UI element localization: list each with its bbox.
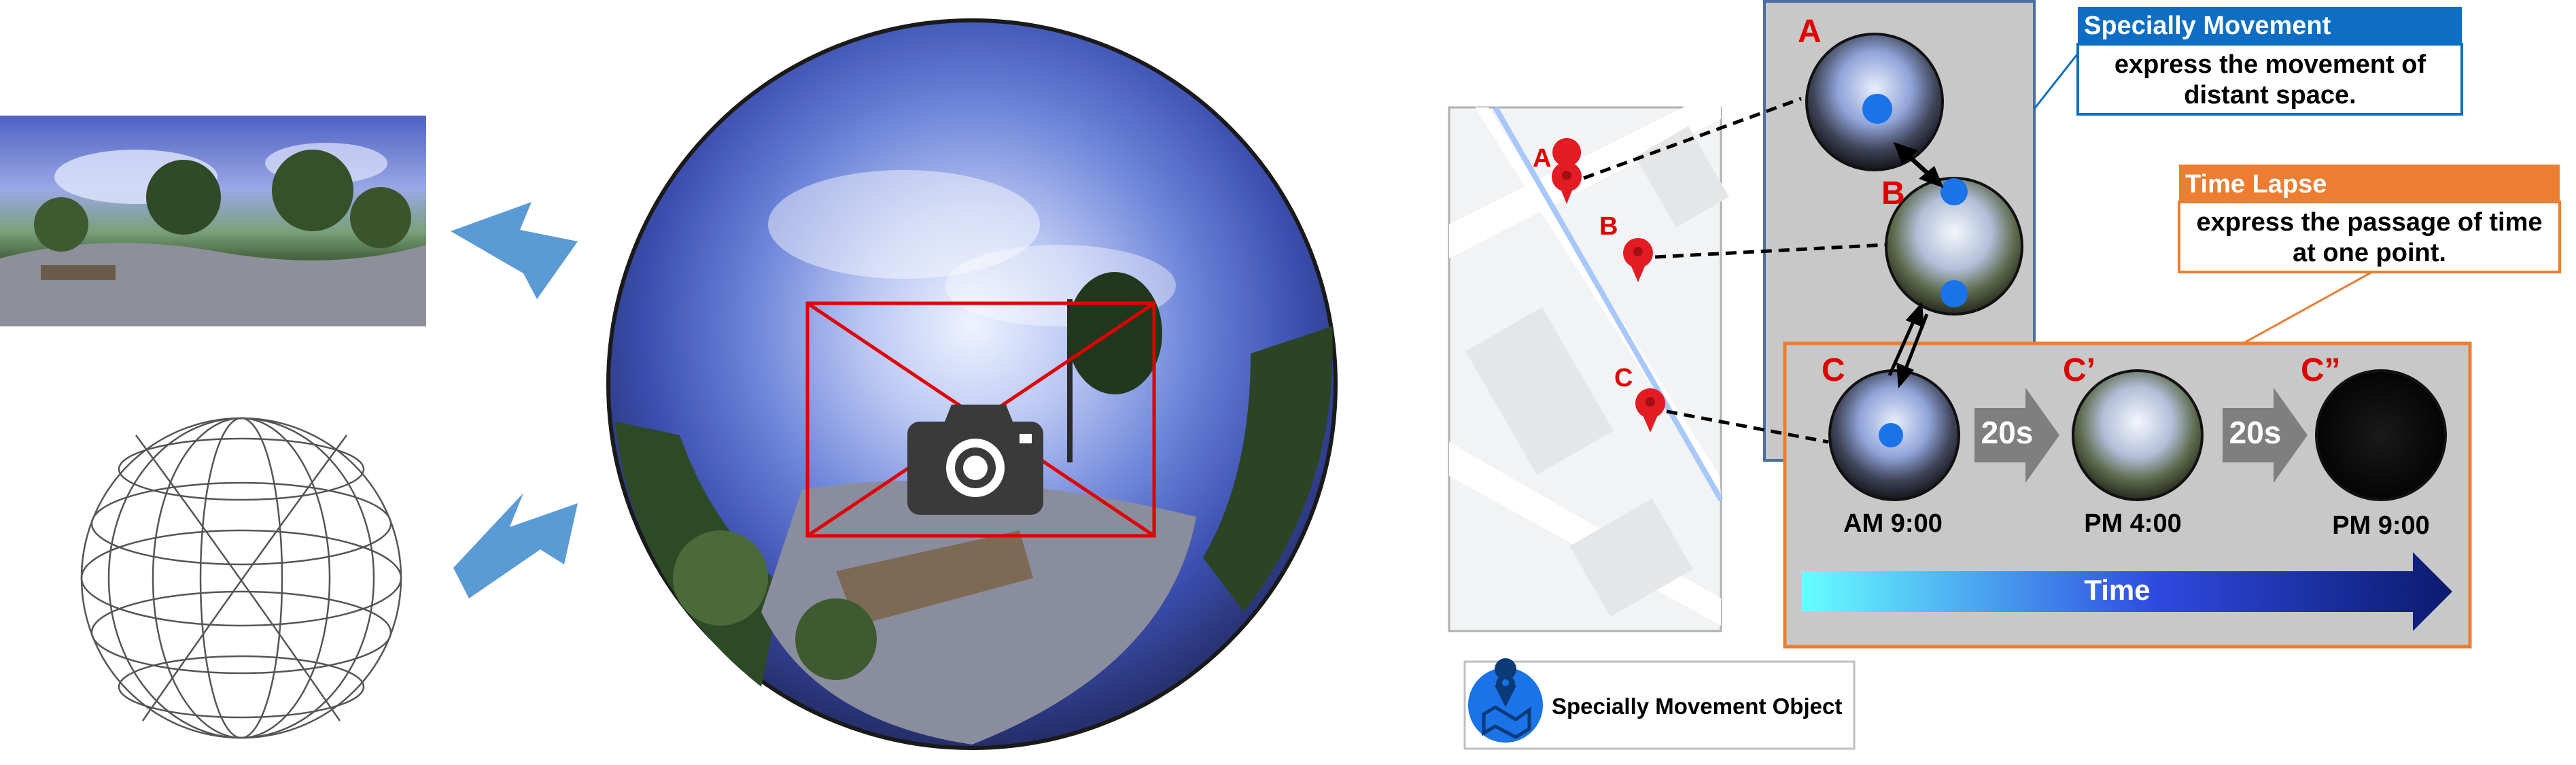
view-c-prime [2072, 369, 2204, 501]
map-pin-a-label: A [1533, 144, 1551, 173]
time-axis-label: Time [2084, 574, 2150, 606]
arrow-to-fisheye-bottom [453, 493, 578, 598]
view-b-label: B [1881, 175, 1905, 211]
time-lapse-desc-2: at one point. [2293, 239, 2446, 267]
view-c [1828, 369, 1960, 501]
specially-connector [2033, 54, 2078, 109]
map-pin-c-label: C [1614, 364, 1633, 392]
time-lapse-title: Time Lapse [2185, 170, 2327, 199]
view-a [1805, 33, 1944, 171]
map-pin-b-label: B [1599, 212, 1618, 241]
diagram-canvas: A B C A B C C’ C” AM 9:00 PM 4:00 PM 9:0… [0, 0, 2561, 750]
specially-movement-title: Specially Movement [2084, 12, 2331, 40]
view-c-prime-label: C’ [2063, 352, 2095, 388]
fisheye-image [606, 18, 1338, 750]
interval-2-label: 20s [2229, 415, 2282, 450]
view-c-prime-time: PM 4:00 [2084, 509, 2182, 538]
specially-movement-desc-2: distant space. [2184, 81, 2356, 109]
specially-movement-desc-1: express the movement of [2114, 50, 2426, 79]
panorama-image [0, 116, 426, 326]
interval-1-label: 20s [1981, 415, 2034, 450]
view-c-time: AM 9:00 [1843, 509, 1943, 538]
view-c-double-prime-time: PM 9:00 [2332, 511, 2430, 540]
view-b [1885, 177, 2023, 316]
view-a-label: A [1798, 14, 1822, 50]
view-c-label: C [1822, 352, 1845, 388]
time-lapse-desc-1: express the passage of time [2197, 208, 2543, 237]
view-c-double-prime-label: C” [2301, 352, 2341, 388]
time-lapse-connector [2242, 271, 2373, 345]
legend-label: Specially Movement Object [1552, 694, 1842, 719]
view-c-double-prime [2315, 369, 2447, 501]
arrow-to-fisheye-top [451, 202, 578, 299]
wireframe-sphere [80, 417, 402, 739]
street-map [1448, 88, 1729, 632]
